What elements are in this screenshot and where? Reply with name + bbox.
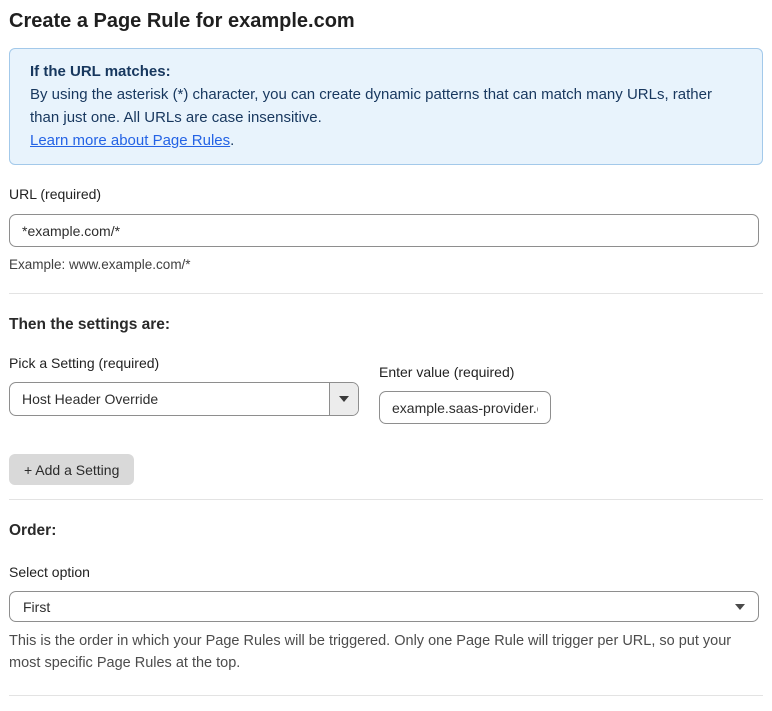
url-section: URL (required) Example: www.example.com/… <box>9 186 763 273</box>
info-box-heading: If the URL matches: <box>30 63 171 80</box>
settings-row: Pick a Setting (required) Host Header Ov… <box>9 355 763 424</box>
setting-select-value: Host Header Override <box>22 391 159 407</box>
divider <box>9 695 763 696</box>
order-heading: Order: <box>9 522 57 539</box>
info-box-body: By using the asterisk (*) character, you… <box>30 83 742 152</box>
order-select[interactable]: First <box>9 591 759 622</box>
learn-more-link[interactable]: Learn more about Page Rules <box>30 132 230 149</box>
setting-select-column: Pick a Setting (required) Host Header Ov… <box>9 355 359 424</box>
url-match-info-box: If the URL matches: By using the asteris… <box>9 48 763 165</box>
order-section: Select option First This is the order in… <box>9 564 763 674</box>
order-select-label: Select option <box>9 564 90 580</box>
page-title: Create a Page Rule for example.com <box>9 10 355 32</box>
url-input[interactable] <box>9 214 759 247</box>
setting-value-label: Enter value (required) <box>379 364 515 380</box>
link-period: . <box>230 132 235 149</box>
create-page-rule-form: Create a Page Rule for example.com If th… <box>0 0 772 711</box>
url-label: URL (required) <box>9 186 102 202</box>
add-setting-button[interactable]: + Add a Setting <box>9 454 135 485</box>
setting-select[interactable]: Host Header Override <box>9 382 359 416</box>
info-box-body-text: By using the asterisk (*) character, you… <box>30 86 712 126</box>
dropdown-arrow-icon <box>339 396 349 402</box>
dropdown-arrow-icon <box>735 603 745 610</box>
setting-value-input[interactable] <box>379 391 551 424</box>
divider <box>9 293 763 294</box>
settings-heading: Then the settings are: <box>9 316 171 333</box>
order-select-value: First <box>23 598 51 615</box>
url-example-text: Example: www.example.com/* <box>9 257 191 272</box>
divider <box>9 499 763 500</box>
setting-select-arrow-button[interactable] <box>329 383 358 415</box>
setting-value-column: Enter value (required) <box>379 355 551 424</box>
order-help-text: This is the order in which your Page Rul… <box>9 633 732 671</box>
setting-select-label: Pick a Setting (required) <box>9 355 160 371</box>
